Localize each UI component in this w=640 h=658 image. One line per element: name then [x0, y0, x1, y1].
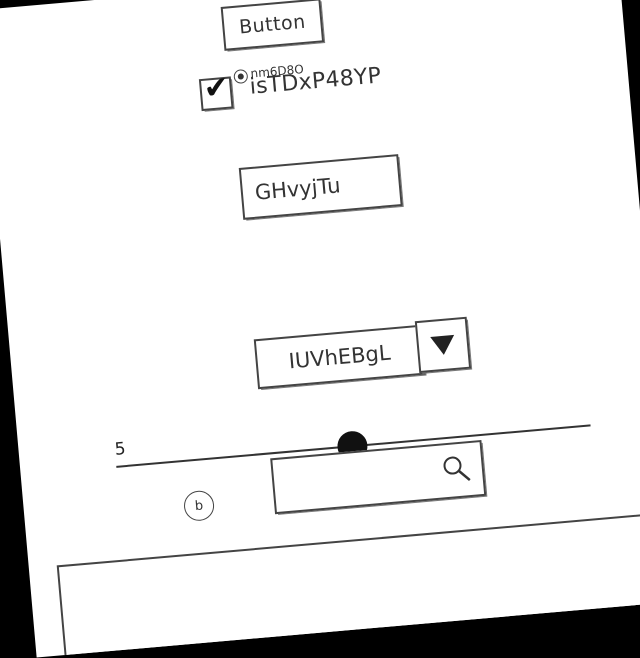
checkbox[interactable]: ✔ [198, 69, 234, 112]
dropdown-arrow-button[interactable] [414, 316, 472, 374]
checkmark-icon: ✔ [202, 69, 231, 107]
small-radio-button[interactable]: b [182, 489, 216, 523]
search-icon[interactable] [441, 453, 474, 486]
sketch-button[interactable]: Button [220, 0, 325, 51]
slider-value: 5 [113, 439, 127, 460]
text-area[interactable] [56, 509, 640, 658]
text-input[interactable]: GHvyjTu [238, 154, 403, 220]
sketch-canvas: Button ✔ nm6D8O isTDxP48YP GHvyjTu IUVhE… [0, 0, 640, 658]
triangle-down-icon [430, 334, 455, 355]
radio-small-label: b [194, 497, 204, 514]
radio-button[interactable] [233, 68, 249, 85]
combo-box[interactable]: IUVhEBgL [253, 324, 426, 390]
